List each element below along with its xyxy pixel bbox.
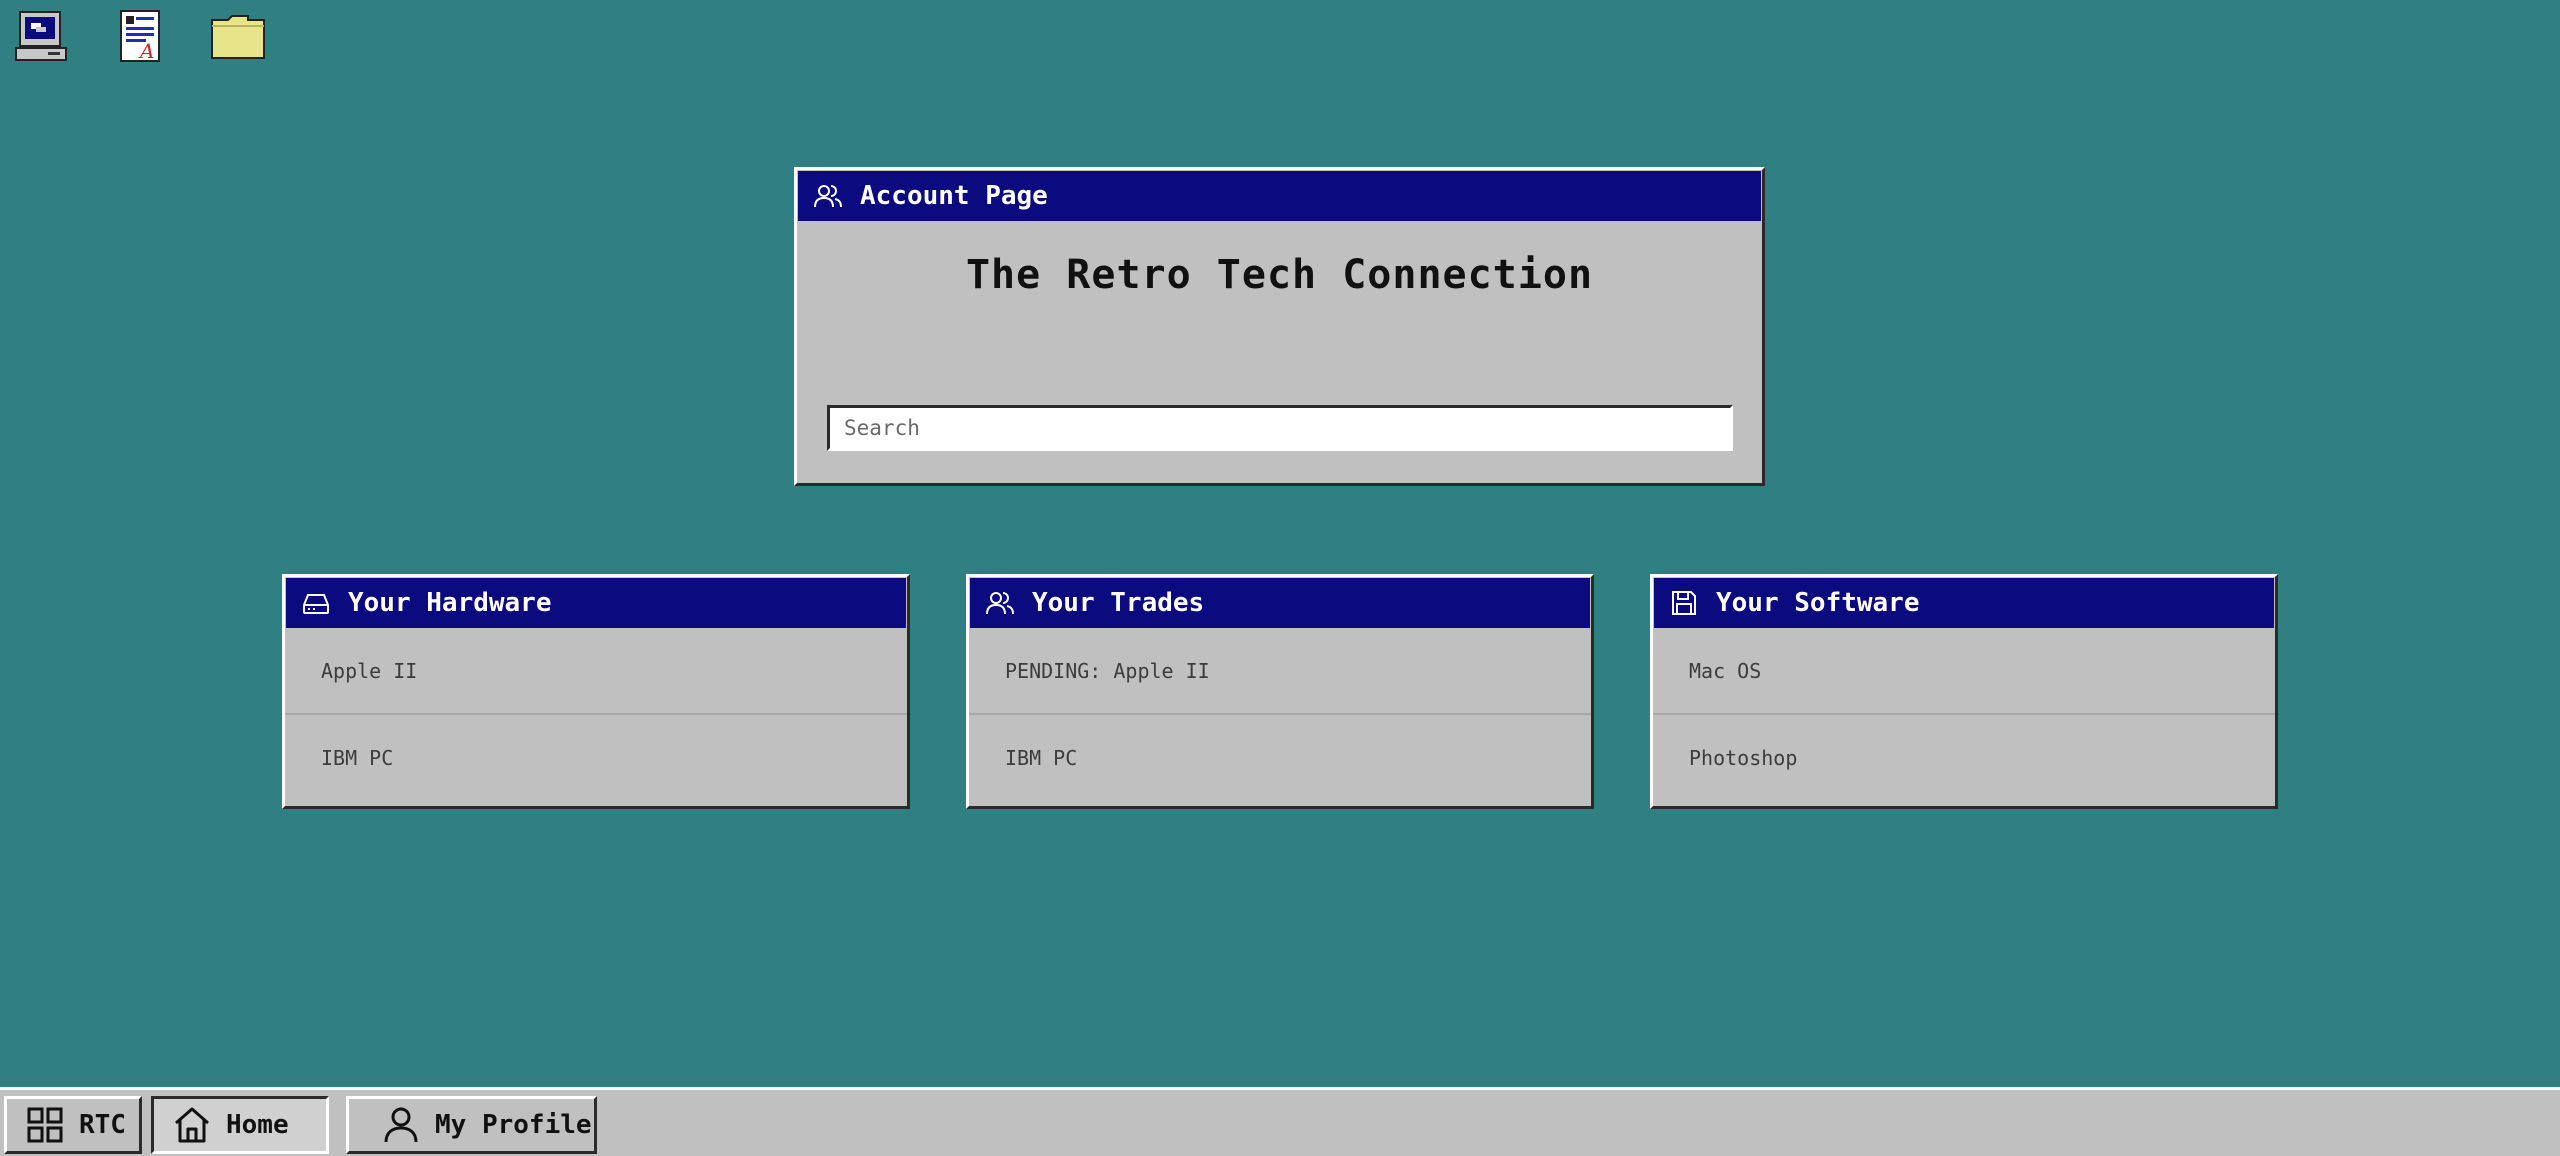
software-panel-title: Your Software — [1716, 588, 1920, 618]
folder-icon[interactable] — [208, 6, 268, 66]
search-input[interactable] — [827, 405, 1733, 451]
list-item[interactable]: Photoshop — [1653, 715, 2275, 801]
taskbar: RTC Home My Profile — [0, 1087, 2560, 1156]
software-panel-titlebar[interactable]: Your Software — [1654, 578, 2274, 628]
user-icon — [381, 1105, 421, 1145]
hardware-list: Apple II IBM PC — [285, 629, 907, 801]
home-icon — [172, 1105, 212, 1145]
my-computer-icon[interactable] — [12, 6, 72, 66]
site-headline: The Retro Tech Connection — [965, 252, 1594, 298]
my-profile-button-label: My Profile — [435, 1110, 592, 1140]
home-button[interactable]: Home — [151, 1096, 329, 1154]
trades-panel-titlebar[interactable]: Your Trades — [970, 578, 1590, 628]
account-window-titlebar[interactable]: Account Page — [798, 171, 1761, 221]
list-item[interactable]: Mac OS — [1653, 629, 2275, 715]
list-item[interactable]: Apple II — [285, 629, 907, 715]
document-icon[interactable]: A — [110, 6, 170, 66]
start-button-label: RTC — [79, 1110, 126, 1140]
software-list: Mac OS Photoshop — [1653, 629, 2275, 801]
hard-drive-icon — [300, 587, 332, 619]
list-item[interactable]: IBM PC — [285, 715, 907, 801]
hardware-panel-titlebar[interactable]: Your Hardware — [286, 578, 906, 628]
trades-panel: Your Trades PENDING: Apple II IBM PC — [966, 574, 1594, 809]
trades-list: PENDING: Apple II IBM PC — [969, 629, 1591, 801]
list-item[interactable]: PENDING: Apple II — [969, 629, 1591, 715]
account-window-title: Account Page — [860, 181, 1048, 211]
hardware-panel: Your Hardware Apple II IBM PC — [282, 574, 910, 809]
svg-text:A: A — [138, 39, 154, 63]
users-icon — [984, 587, 1016, 619]
start-button[interactable]: RTC — [4, 1096, 142, 1154]
list-item[interactable]: IBM PC — [969, 715, 1591, 801]
account-window: Account Page The Retro Tech Connection — [794, 167, 1765, 486]
my-profile-button[interactable]: My Profile — [346, 1096, 597, 1154]
grid-icon — [25, 1105, 65, 1145]
software-panel: Your Software Mac OS Photoshop — [1650, 574, 2278, 809]
trades-panel-title: Your Trades — [1032, 588, 1205, 618]
home-button-label: Home — [226, 1110, 289, 1140]
hardware-panel-title: Your Hardware — [348, 588, 552, 618]
users-icon — [812, 180, 844, 212]
floppy-disk-icon — [1668, 587, 1700, 619]
